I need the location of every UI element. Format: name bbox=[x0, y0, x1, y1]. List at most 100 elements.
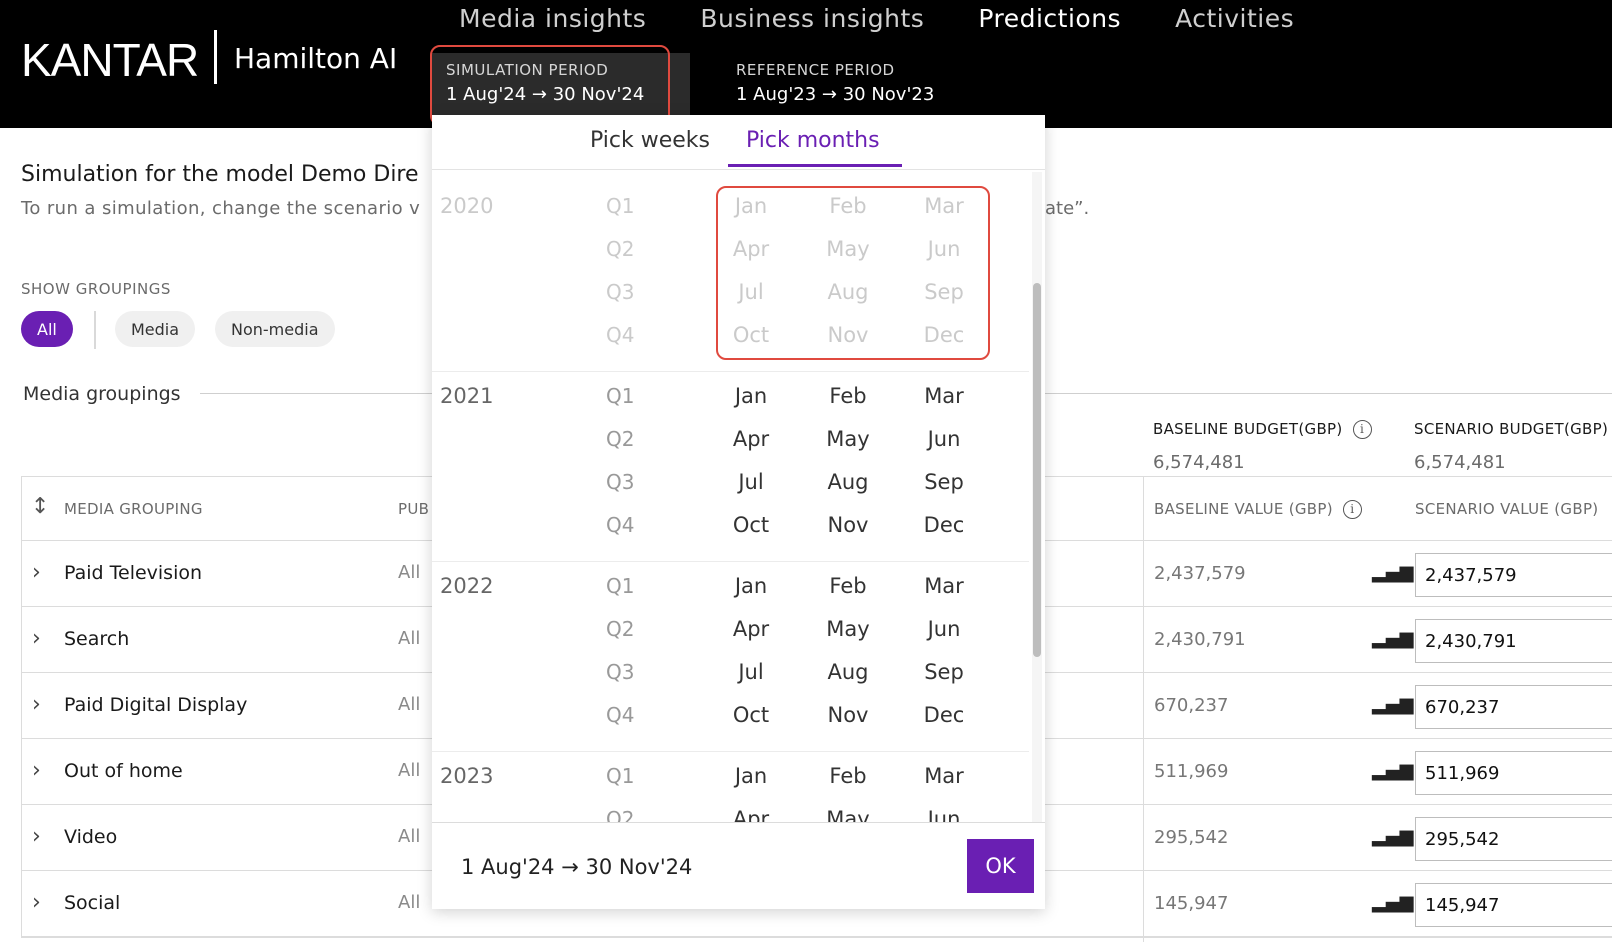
month-cell[interactable]: May bbox=[813, 807, 883, 822]
row-publisher: All bbox=[398, 562, 421, 583]
bar-chart-icon[interactable]: ▂▄▆ bbox=[1372, 826, 1414, 847]
quarter-label[interactable]: Q4 bbox=[606, 703, 634, 727]
bar-chart-icon[interactable]: ▂▄▆ bbox=[1372, 562, 1414, 583]
quarter-label[interactable]: Q3 bbox=[606, 470, 634, 494]
scenario-value-input[interactable] bbox=[1415, 817, 1612, 861]
bar-chart-icon[interactable]: ▂▄▆ bbox=[1372, 760, 1414, 781]
baseline-budget-label: BASELINE BUDGET(GBP) i bbox=[1153, 420, 1372, 439]
row-baseline: 2,430,791 bbox=[1154, 629, 1246, 650]
info-icon[interactable]: i bbox=[1342, 500, 1362, 519]
tab-pick-weeks[interactable]: Pick weeks bbox=[590, 128, 710, 153]
month-cell[interactable]: Mar bbox=[909, 384, 979, 408]
reference-period-selector[interactable]: REFERENCE PERIOD 1 Aug'23 → 30 Nov'23 bbox=[722, 53, 982, 115]
month-cell[interactable]: Feb bbox=[813, 764, 883, 788]
chip-media[interactable]: Media bbox=[115, 311, 196, 347]
reference-period-value: 1 Aug'23 → 30 Nov'23 bbox=[736, 84, 935, 105]
month-cell[interactable]: Jul bbox=[716, 660, 786, 684]
row-name: Video bbox=[64, 826, 118, 848]
month-cell[interactable]: Jun bbox=[909, 427, 979, 451]
month-cell[interactable]: Nov bbox=[813, 703, 883, 727]
quarter-label[interactable]: Q2 bbox=[606, 427, 634, 451]
quarter-row: Q3 Jul Aug Sep bbox=[432, 280, 1029, 323]
quarter-label[interactable]: Q1 bbox=[606, 764, 634, 788]
month-cell[interactable]: Feb bbox=[813, 574, 883, 598]
quarter-row: Q4 Oct Nov Dec bbox=[432, 703, 1029, 746]
scenario-value-input[interactable] bbox=[1415, 685, 1612, 729]
chevron-right-icon[interactable]: › bbox=[32, 560, 41, 585]
month-cell[interactable]: May bbox=[813, 427, 883, 451]
quarter-label[interactable]: Q3 bbox=[606, 660, 634, 684]
month-cell[interactable]: Jan bbox=[716, 384, 786, 408]
month-cell[interactable]: May bbox=[813, 617, 883, 641]
month-cell[interactable]: Dec bbox=[909, 513, 979, 537]
month-cell[interactable]: Feb bbox=[813, 384, 883, 408]
col-publisher[interactable]: PUB bbox=[398, 500, 429, 518]
month-cell[interactable]: Jun bbox=[909, 617, 979, 641]
quarter-row: Q3 Jul Aug Sep bbox=[432, 470, 1029, 513]
page-subtitle: To run a simulation, change the scenario… bbox=[21, 198, 421, 219]
bar-chart-icon[interactable]: ▂▄▆ bbox=[1372, 892, 1414, 913]
scenario-value-input[interactable] bbox=[1415, 619, 1612, 663]
chevron-right-icon[interactable]: › bbox=[32, 692, 41, 717]
month-cell[interactable]: Jun bbox=[909, 807, 979, 822]
month-cell: Feb bbox=[829, 194, 867, 218]
bar-chart-icon[interactable]: ▂▄▆ bbox=[1372, 628, 1414, 649]
scenario-budget-value: 6,574,481 bbox=[1414, 452, 1506, 473]
quarter-label[interactable]: Q2 bbox=[606, 617, 634, 641]
month-cell[interactable]: Aug bbox=[813, 660, 883, 684]
chevron-right-icon[interactable]: › bbox=[32, 824, 41, 849]
month-cell[interactable]: Oct bbox=[716, 513, 786, 537]
month-cell[interactable]: Aug bbox=[813, 470, 883, 494]
quarter-label[interactable]: Q1 bbox=[606, 384, 634, 408]
month-cell[interactable]: Sep bbox=[909, 660, 979, 684]
scenario-value-input[interactable] bbox=[1415, 883, 1612, 927]
month-cell[interactable]: Mar bbox=[909, 764, 979, 788]
scenario-value-input[interactable] bbox=[1415, 553, 1612, 597]
col-media-grouping[interactable]: MEDIA GROUPING bbox=[64, 500, 203, 518]
quarter-row: Q3 Jul Aug Sep bbox=[432, 660, 1029, 703]
month-cell[interactable]: Jan bbox=[716, 574, 786, 598]
quarter-label: Q1 bbox=[606, 194, 635, 218]
chip-divider bbox=[94, 311, 96, 349]
nav-predictions[interactable]: Predictions bbox=[978, 4, 1121, 33]
year-block-2021: 2021 Q1 Jan Feb Mar Q2 Apr May Jun Q3 Jul Aug Sep Q4 O… bbox=[432, 372, 1029, 562]
month-cell[interactable]: Apr bbox=[716, 617, 786, 641]
quarter-label[interactable]: Q4 bbox=[606, 513, 634, 537]
scenario-value-input[interactable] bbox=[1415, 751, 1612, 795]
picker-tabs: Pick weeks Pick months bbox=[432, 115, 1045, 170]
sort-icon[interactable]: ↕ bbox=[31, 494, 49, 519]
month-cell[interactable]: Oct bbox=[716, 703, 786, 727]
row-name: Social bbox=[64, 892, 121, 914]
nav-business-insights[interactable]: Business insights bbox=[700, 4, 924, 33]
quarter-row: Q4 Oct Nov Dec bbox=[432, 513, 1029, 556]
month-cell: Sep bbox=[924, 280, 964, 304]
chip-non-media[interactable]: Non-media bbox=[215, 311, 335, 347]
chevron-right-icon[interactable]: › bbox=[32, 890, 41, 915]
tab-pick-months[interactable]: Pick months bbox=[746, 128, 880, 153]
logo-divider bbox=[214, 30, 217, 84]
bar-chart-icon[interactable]: ▂▄▆ bbox=[1372, 694, 1414, 715]
month-cell[interactable]: Nov bbox=[813, 513, 883, 537]
quarter-label[interactable]: Q1 bbox=[606, 574, 634, 598]
simulation-period-selector[interactable]: SIMULATION PERIOD 1 Aug'24 → 30 Nov'24 bbox=[432, 53, 690, 115]
scrollbar[interactable] bbox=[1033, 283, 1041, 657]
quarter-label: Q3 bbox=[606, 280, 635, 304]
nav-media-insights[interactable]: Media insights bbox=[459, 4, 646, 33]
info-icon[interactable]: i bbox=[1352, 420, 1372, 439]
month-cell[interactable]: Apr bbox=[716, 807, 786, 822]
month-cell[interactable]: Apr bbox=[716, 427, 786, 451]
quarter-label[interactable]: Q2 bbox=[606, 807, 634, 822]
month-cell[interactable]: Sep bbox=[909, 470, 979, 494]
month-cell[interactable]: Mar bbox=[909, 574, 979, 598]
nav-activities[interactable]: Activities bbox=[1175, 4, 1294, 33]
chevron-right-icon[interactable]: › bbox=[32, 758, 41, 783]
month-cell[interactable]: Jul bbox=[716, 470, 786, 494]
ok-button[interactable]: OK bbox=[967, 839, 1034, 893]
month-cell[interactable]: Jan bbox=[716, 764, 786, 788]
chip-all[interactable]: All bbox=[21, 311, 73, 347]
chevron-right-icon[interactable]: › bbox=[32, 626, 41, 651]
col-scenario-value: SCENARIO VALUE (GBP) bbox=[1415, 500, 1599, 518]
month-cell[interactable]: Dec bbox=[909, 703, 979, 727]
row-publisher: All bbox=[398, 760, 421, 781]
month-cell: Jan bbox=[734, 194, 768, 218]
